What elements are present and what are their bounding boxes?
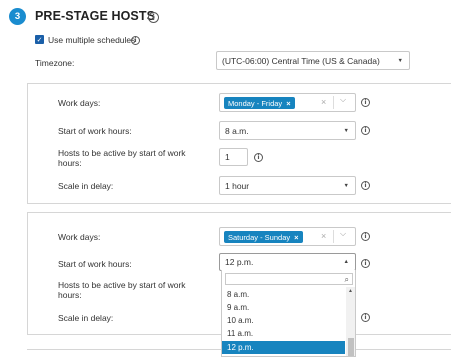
hosts-active-value: 1 xyxy=(225,152,230,162)
scale-in-delay-select[interactable]: 1 hour ▼ xyxy=(219,176,356,195)
scale-in-delay-label: Scale in delay: xyxy=(58,313,114,323)
hosts-active-label: Hosts to be active by start of work hour… xyxy=(58,280,186,300)
dropdown-option[interactable]: 8 a.m. xyxy=(222,288,345,301)
clear-icon[interactable]: × xyxy=(321,97,326,107)
info-icon[interactable]: i xyxy=(361,98,370,107)
caret-up-icon: ▲ xyxy=(343,259,349,265)
start-of-work-hours-label: Start of work hours: xyxy=(58,259,132,269)
scrollbar-thumb[interactable] xyxy=(348,338,354,356)
hosts-active-label: Hosts to be active by start of work hour… xyxy=(58,148,186,168)
info-icon[interactable]: i xyxy=(131,36,140,45)
info-icon[interactable]: i xyxy=(361,181,370,190)
timezone-select[interactable]: (UTC-06:00) Central Time (US & Canada) ▼ xyxy=(216,51,410,70)
caret-down-icon: ▼ xyxy=(343,127,349,134)
work-days-tag[interactable]: Saturday - Sunday × xyxy=(224,231,303,243)
timezone-value: (UTC-06:00) Central Time (US & Canada) xyxy=(222,55,380,66)
caret-down-icon: ▼ xyxy=(343,182,349,189)
use-multiple-schedules-checkbox[interactable]: ✓ xyxy=(35,35,44,44)
tag-remove-icon[interactable]: × xyxy=(294,233,298,242)
hosts-active-label-line1: Hosts to be active by start of work xyxy=(58,280,186,290)
dropdown-option[interactable]: 11 a.m. xyxy=(222,327,345,340)
scale-in-delay-value: 1 hour xyxy=(225,180,250,191)
work-days-label: Work days: xyxy=(58,98,101,108)
tag-label: Saturday - Sunday xyxy=(228,232,291,242)
work-days-label: Work days: xyxy=(58,232,101,242)
work-days-multiselect[interactable]: Saturday - Sunday × × ⌵ xyxy=(219,227,356,246)
dropdown-search-input[interactable]: ⌕ xyxy=(225,273,353,285)
scale-in-delay-label: Scale in delay: xyxy=(58,181,114,191)
start-of-work-hours-value: 8 a.m. xyxy=(225,125,249,136)
chevron-down-icon[interactable]: ⌵ xyxy=(340,229,346,239)
chevron-down-icon[interactable]: ⌵ xyxy=(340,95,346,105)
hosts-active-label-line2: hours: xyxy=(58,290,82,300)
section-title: PRE-STAGE HOSTS xyxy=(35,9,156,23)
info-icon[interactable]: i xyxy=(148,12,159,23)
hosts-active-label-line1: Hosts to be active by start of work xyxy=(58,148,186,158)
clear-icon[interactable]: × xyxy=(321,231,326,241)
caret-down-icon: ▼ xyxy=(397,57,403,64)
info-icon[interactable]: i xyxy=(361,232,370,241)
start-of-work-hours-select[interactable]: 12 p.m. ▲ xyxy=(219,253,356,271)
timezone-label: Timezone: xyxy=(35,58,75,68)
use-multiple-schedules-label: Use multiple schedules xyxy=(48,35,136,45)
start-of-work-hours-dropdown[interactable]: ⌕ 8 a.m. 9 a.m. 10 a.m. 11 a.m. 12 p.m. … xyxy=(221,270,356,357)
dropdown-option-selected[interactable]: 12 p.m. xyxy=(222,341,345,354)
info-icon[interactable]: i xyxy=(361,259,370,268)
step-number-badge: 3 xyxy=(9,8,26,25)
search-icon: ⌕ xyxy=(344,275,349,284)
info-icon[interactable]: i xyxy=(361,313,370,322)
hosts-active-label-line2: hours: xyxy=(58,158,82,168)
scroll-up-icon[interactable]: ▲ xyxy=(348,288,353,294)
dropdown-scrollbar[interactable]: ▲ xyxy=(346,287,355,356)
info-icon[interactable]: i xyxy=(254,153,263,162)
dropdown-option[interactable]: 10 a.m. xyxy=(222,314,345,327)
hosts-active-input[interactable]: 1 xyxy=(219,148,248,166)
tag-label: Monday - Friday xyxy=(228,98,283,108)
separator xyxy=(333,230,334,243)
start-of-work-hours-select[interactable]: 8 a.m. ▼ xyxy=(219,121,356,140)
dropdown-option[interactable]: 9 a.m. xyxy=(222,301,345,314)
info-icon[interactable]: i xyxy=(361,126,370,135)
work-days-multiselect[interactable]: Monday - Friday × × ⌵ xyxy=(219,93,356,112)
start-of-work-hours-value: 12 p.m. xyxy=(225,257,254,267)
separator xyxy=(333,96,334,109)
start-of-work-hours-label: Start of work hours: xyxy=(58,126,132,136)
tag-remove-icon[interactable]: × xyxy=(286,99,290,108)
work-days-tag[interactable]: Monday - Friday × xyxy=(224,97,295,109)
